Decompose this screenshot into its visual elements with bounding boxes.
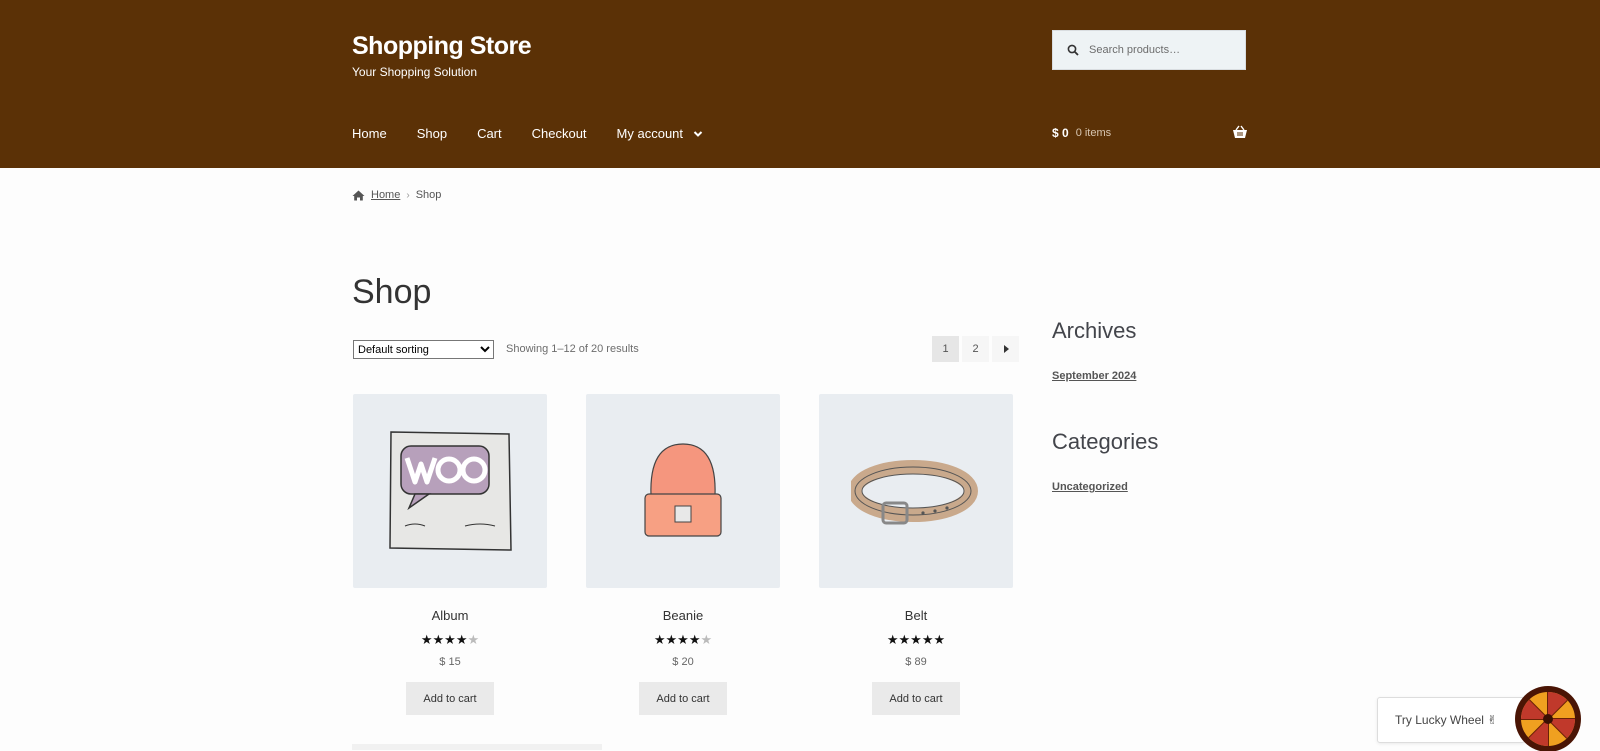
site-header: Shopping Store Your Shopping Solution Ho… xyxy=(0,0,1600,168)
nav-item-checkout[interactable]: Checkout xyxy=(532,126,587,141)
header-cart[interactable]: $ 0 0 items xyxy=(1052,125,1248,140)
primary-nav: Home Shop Cart Checkout My account xyxy=(352,126,733,141)
page-1-button[interactable]: 1 xyxy=(932,336,959,362)
category-link[interactable]: Uncategorized xyxy=(1052,481,1128,493)
star-rating: ★★★★★ xyxy=(653,632,713,647)
product-image-belt[interactable] xyxy=(819,394,1013,588)
product-price: $ 89 xyxy=(905,656,927,668)
nav-label: Checkout xyxy=(531,126,587,141)
product-image-beanie[interactable] xyxy=(586,394,780,588)
nav-label: Shop xyxy=(416,126,448,141)
product-grid: Album ★★★★★ $ 15 Add to cart Beanie ★★★★… xyxy=(353,394,1052,715)
next-arrow-icon xyxy=(1003,345,1009,353)
product-image-album[interactable] xyxy=(353,394,547,588)
star-rating: ★★★★★ xyxy=(886,632,946,647)
nav-label: Home xyxy=(352,126,387,141)
page-title: Shop xyxy=(352,273,432,311)
categories-heading: Categories xyxy=(1052,429,1159,454)
site-title[interactable]: Shopping Store xyxy=(352,32,532,61)
archive-link[interactable]: September 2024 xyxy=(1052,370,1136,382)
next-page-button[interactable] xyxy=(992,336,1019,362)
nav-label: Cart xyxy=(477,126,502,141)
result-count: Showing 1–12 of 20 results xyxy=(506,343,639,355)
add-to-cart-button[interactable]: Add to cart xyxy=(406,682,494,715)
nav-item-cart[interactable]: Cart xyxy=(477,126,502,141)
product-name[interactable]: Album xyxy=(353,608,547,623)
nav-item-shop[interactable]: Shop xyxy=(417,126,447,141)
lucky-wheel-button[interactable]: Try Lucky Wheel ✌ xyxy=(1377,697,1525,743)
chevron-down-icon[interactable] xyxy=(693,129,703,139)
home-icon xyxy=(352,190,365,200)
add-to-cart-button[interactable]: Add to cart xyxy=(639,682,727,715)
belt-image xyxy=(851,460,978,525)
product-price: $ 15 xyxy=(439,656,461,668)
product-name[interactable]: Beanie xyxy=(586,608,780,623)
product-card: Album ★★★★★ $ 15 Add to cart xyxy=(353,394,547,715)
search-box[interactable] xyxy=(1052,30,1246,70)
sort-select[interactable]: Default sorting xyxy=(353,340,494,359)
nav-item-home[interactable]: Home xyxy=(352,126,387,141)
product-name[interactable]: Belt xyxy=(819,608,1013,623)
product-price: $ 20 xyxy=(672,656,694,668)
breadcrumb-home-link[interactable]: Home xyxy=(371,189,400,201)
pagination: 1 2 xyxy=(932,336,1022,362)
album-image xyxy=(389,431,512,551)
search-input[interactable] xyxy=(1089,44,1239,56)
breadcrumb-current: Shop xyxy=(415,189,442,201)
product-card: Belt ★★★★★ $ 89 Add to cart xyxy=(819,394,1013,715)
nav-item-my-account[interactable]: My account xyxy=(617,126,703,141)
beanie-image xyxy=(644,443,722,537)
cart-item-count: 0 items xyxy=(1075,127,1112,139)
site-branding: Shopping Store Your Shopping Solution xyxy=(352,32,532,79)
site-description: Your Shopping Solution xyxy=(352,65,477,79)
page-2-button[interactable]: 2 xyxy=(962,336,989,362)
search-icon xyxy=(1067,44,1079,56)
breadcrumb-separator: › xyxy=(406,189,410,201)
lucky-wheel-label: Try Lucky Wheel ✌ xyxy=(1395,713,1498,727)
star-rating: ★★★★★ xyxy=(420,632,480,647)
cart-amount: $ 0 xyxy=(1052,126,1069,140)
archives-heading: Archives xyxy=(1052,318,1137,343)
lucky-wheel-icon[interactable] xyxy=(1514,685,1582,751)
breadcrumb: Home › Shop xyxy=(352,189,441,201)
add-to-cart-button[interactable]: Add to cart xyxy=(872,682,960,715)
nav-label: My account xyxy=(616,126,684,141)
next-product-row-edge xyxy=(352,744,602,750)
product-card: Beanie ★★★★★ $ 20 Add to cart xyxy=(586,394,780,715)
basket-icon[interactable] xyxy=(1232,125,1248,139)
